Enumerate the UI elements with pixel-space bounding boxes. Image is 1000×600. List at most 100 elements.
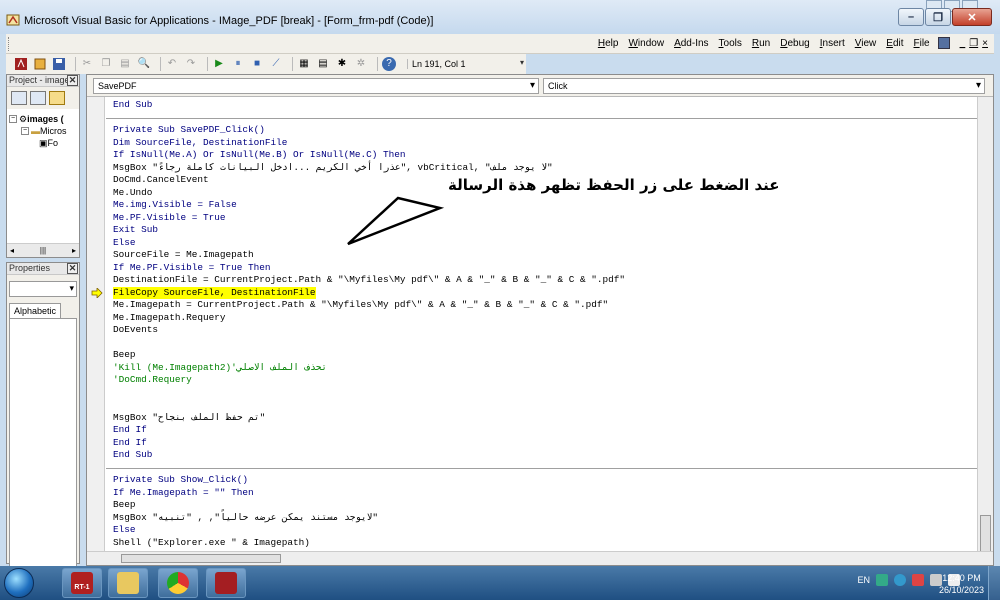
find-icon[interactable]: 🔍: [137, 57, 151, 71]
code-line[interactable]: Beep: [113, 499, 136, 512]
code-line[interactable]: Dim SourceFile, DestinationFile: [113, 137, 287, 150]
code-line[interactable]: DestinationFile = CurrentProject.Path & …: [113, 274, 625, 287]
view-access-icon[interactable]: [14, 57, 28, 71]
start-button[interactable]: [4, 568, 34, 598]
code-editor[interactable]: End Sub Private Sub SavePDF_Click() Dim So…: [106, 97, 978, 551]
code-line[interactable]: Else: [113, 237, 136, 250]
code-line[interactable]: 'Kill (Me.Imagepath2)'تحذف الملف الاصلي: [113, 362, 327, 375]
code-line[interactable]: Else: [113, 524, 136, 537]
code-line[interactable]: End If: [113, 424, 147, 437]
code-line[interactable]: DoEvents: [113, 324, 158, 337]
properties-window-icon[interactable]: ▤: [316, 57, 330, 71]
toolbox-icon[interactable]: ✲: [354, 57, 368, 71]
taskbar-explorer[interactable]: [108, 568, 148, 598]
view-object-icon[interactable]: [30, 91, 46, 105]
minimize-button[interactable]: –: [898, 8, 924, 26]
mdi-close-button[interactable]: ×: [982, 38, 988, 49]
code-line[interactable]: SourceFile = Me.Imagepath: [113, 249, 254, 262]
code-line[interactable]: Me.Undo: [113, 187, 152, 200]
restore-button[interactable]: ❐: [925, 8, 951, 26]
undo-icon[interactable]: ↶: [165, 57, 179, 71]
object-selector[interactable]: [9, 281, 77, 297]
code-line[interactable]: End Sub: [113, 99, 152, 112]
code-line[interactable]: Private Sub Show_Click(): [113, 474, 248, 487]
help-icon[interactable]: ?: [382, 57, 396, 71]
procedure-combo[interactable]: Click: [543, 78, 985, 94]
code-line[interactable]: MsgBox "تم حفظ الملف بنجاح": [113, 412, 265, 425]
code-line[interactable]: 'DoCmd.Requery: [113, 374, 192, 387]
clock[interactable]: 12:40 PM 26/10/2023: [939, 572, 984, 596]
code-line[interactable]: End If: [113, 437, 147, 450]
paste-icon[interactable]: ▤: [118, 57, 132, 71]
cut-icon[interactable]: ✂: [80, 57, 94, 71]
project-panel-close-button[interactable]: ✕: [67, 75, 78, 86]
break-icon[interactable]: ⏸: [231, 57, 245, 71]
code-line[interactable]: If IsNull(Me.A) Or IsNull(Me.B) Or IsNul…: [113, 149, 406, 162]
taskbar-rt1-app[interactable]: RT-1: [62, 568, 102, 598]
run-icon[interactable]: ▶: [212, 57, 226, 71]
code-line[interactable]: Exit Sub: [113, 224, 158, 237]
code-line[interactable]: If Me.Imagepath = "" Then: [113, 487, 254, 500]
project-explorer-icon[interactable]: ▦: [297, 57, 311, 71]
code-line[interactable]: DoCmd.CancelEvent: [113, 174, 209, 187]
copy-icon[interactable]: ❐: [99, 57, 113, 71]
toolbar-options-icon[interactable]: ▾: [520, 58, 524, 67]
code-line[interactable]: Private Sub SavePDF_Click(): [113, 124, 265, 137]
view-code-icon[interactable]: [11, 91, 27, 105]
scroll-right-icon[interactable]: ▸: [72, 246, 76, 255]
save-icon[interactable]: [52, 57, 66, 71]
code-line[interactable]: Beep: [113, 349, 136, 362]
vscroll-thumb[interactable]: [980, 515, 991, 555]
menu-add-ins[interactable]: Add-Ins: [674, 38, 708, 49]
menu-insert[interactable]: Insert: [820, 38, 845, 49]
code-line[interactable]: MsgBox "عذرا أخي الكريم ...ادخل البيانات…: [113, 162, 553, 175]
scroll-thumb[interactable]: |||: [40, 246, 46, 255]
tray-app-icon[interactable]: [876, 574, 888, 586]
language-indicator[interactable]: EN: [857, 575, 870, 585]
tree-item-form[interactable]: ▣ Fo: [9, 137, 77, 149]
mdi-minimize-button[interactable]: _: [960, 38, 966, 49]
object-browser-icon[interactable]: ✱: [335, 57, 349, 71]
menu-view[interactable]: View: [855, 38, 877, 49]
tree-item-project[interactable]: − ⚙ images (: [9, 113, 77, 125]
hscroll-thumb[interactable]: [121, 554, 281, 563]
code-line[interactable]: Me.img.Visible = False: [113, 199, 237, 212]
taskbar-chrome[interactable]: [158, 568, 198, 598]
code-line[interactable]: Me.Imagepath = CurrentProject.Path & "\M…: [113, 299, 608, 312]
menu-debug[interactable]: Debug: [780, 38, 809, 49]
menu-window[interactable]: Window: [628, 38, 664, 49]
tray-app-icon[interactable]: [894, 574, 906, 586]
tab-alphabetic[interactable]: Alphabetic: [9, 303, 61, 318]
code-line[interactable]: Me.Imagepath.Requery: [113, 312, 226, 325]
taskbar-access[interactable]: [206, 568, 246, 598]
close-button[interactable]: ✕: [952, 8, 992, 26]
collapse-icon[interactable]: −: [21, 127, 29, 135]
menu-grip[interactable]: [8, 37, 11, 51]
reset-icon[interactable]: ■: [250, 57, 264, 71]
project-hscrollbar[interactable]: ◂ ||| ▸: [7, 243, 79, 257]
redo-icon[interactable]: ↷: [184, 57, 198, 71]
show-desktop-button[interactable]: [988, 566, 1000, 600]
code-line[interactable]: Me.PF.Visible = True: [113, 212, 226, 225]
design-mode-icon[interactable]: ⟋: [269, 57, 283, 71]
code-window-icon[interactable]: [937, 37, 950, 49]
tree-item-folder[interactable]: − ▬ Micros: [9, 125, 77, 137]
code-vscrollbar[interactable]: [977, 97, 993, 555]
code-hscrollbar[interactable]: [87, 551, 993, 565]
code-line[interactable]: Shell ("Explorer.exe " & Imagepath): [113, 537, 310, 550]
menu-help[interactable]: Help: [598, 38, 619, 49]
code-margin[interactable]: [87, 97, 105, 551]
code-line[interactable]: If Me.PF.Visible = True Then: [113, 262, 271, 275]
menu-edit[interactable]: Edit: [886, 38, 903, 49]
code-line[interactable]: MsgBox "لايوجد مستند يمكن عرضه حالياً", …: [113, 512, 378, 525]
toggle-folders-icon[interactable]: [49, 91, 65, 105]
collapse-icon[interactable]: −: [9, 115, 17, 123]
action-center-icon[interactable]: [912, 574, 924, 586]
properties-panel-close-button[interactable]: ✕: [67, 263, 78, 274]
properties-grid[interactable]: [9, 318, 77, 568]
mdi-restore-button[interactable]: ❐: [969, 38, 978, 49]
code-line[interactable]: FileCopy SourceFile, DestinationFile: [113, 286, 316, 299]
menu-run[interactable]: Run: [752, 38, 770, 49]
code-line[interactable]: End Sub: [113, 449, 152, 462]
object-combo[interactable]: SavePDF: [93, 78, 539, 94]
